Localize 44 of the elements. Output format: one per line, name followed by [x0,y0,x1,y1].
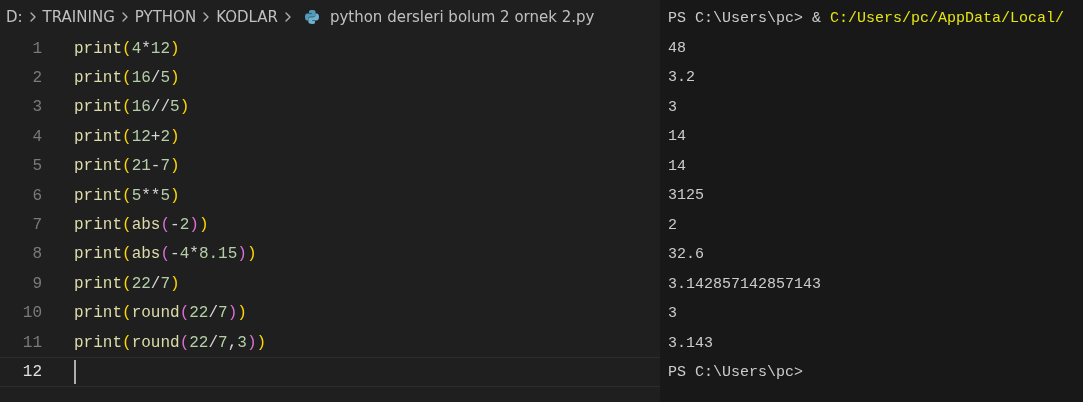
code-line: print(abs(-2)) [74,216,209,235]
line-number: 11 [21,333,42,352]
line-number: 5 [31,157,42,176]
terminal-line: 3.2 [668,69,695,87]
terminal-line: 3 [668,98,677,116]
code-editor[interactable] [0,0,660,402]
code-line: print(round(22/7,3)) [74,333,267,352]
terminal-line: 48 [668,39,686,57]
breadcrumb-item[interactable]: PYTHON [134,8,197,26]
code-line: print(4*12) [74,39,180,58]
line-number: 7 [31,216,42,235]
code-line: print(round(22/7)) [74,304,247,323]
terminal-line: 14 [668,128,686,146]
terminal-line: PS C:\Users\pc> [668,364,804,382]
breadcrumb-item[interactable]: D: [6,8,23,26]
breadcrumb-item[interactable]: TRAINING [42,8,115,26]
code-line: print(abs(-4*8.15)) [74,245,257,264]
line-number: 2 [31,69,42,88]
code-line: print(12+2) [74,127,180,146]
line-number: 6 [31,186,42,205]
terminal-line: 3.143 [668,334,713,352]
terminal-line: 2 [668,216,677,234]
code-line: print(22/7) [74,274,180,293]
code-line: print(16//5) [74,98,190,117]
terminal-line: 32.6 [668,246,704,264]
python-file-icon [303,9,320,25]
line-number: 9 [31,274,42,293]
breadcrumb-file[interactable]: python dersleri bolum 2 ornek 2.py [329,8,595,26]
terminal-line: 3 [668,305,677,323]
breadcrumb-item[interactable]: KODLAR [216,8,278,26]
line-number: 8 [31,245,42,264]
terminal-line: 3125 [668,187,704,205]
line-number: 3 [31,98,42,117]
terminal-line: 3.142857142857143 [668,275,822,293]
line-number: 10 [21,304,42,323]
line-number: 4 [31,127,42,146]
text-cursor [74,360,76,384]
line-number: 12 [21,363,42,381]
terminal-line: 14 [668,157,686,175]
code-line: print(16/5) [74,69,180,88]
line-number: 1 [31,39,42,58]
terminal-line: PS C:\Users\pc> & C:/Users/pc/AppData/Local/ [668,10,1065,28]
code-line: print(5**5) [74,186,180,205]
code-line: print(21-7) [74,157,180,176]
